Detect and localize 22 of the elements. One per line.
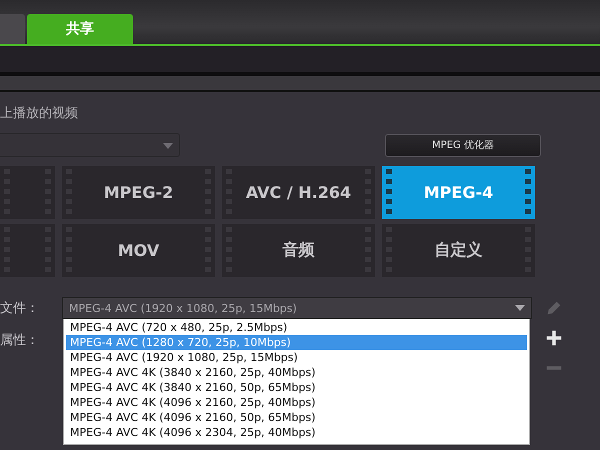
format-tile[interactable]: 自定义: [382, 224, 535, 277]
properties-label: 属性：: [0, 332, 40, 350]
format-tile[interactable]: 音频: [222, 224, 375, 277]
format-tile[interactable]: MOV: [62, 224, 215, 277]
dropdown-option[interactable]: MPEG-4 AVC (720 x 480, 25p, 2.5Mbps): [66, 320, 527, 335]
dropdown-arrow-icon: [163, 143, 173, 149]
format-tile[interactable]: MPEG-2: [62, 166, 215, 219]
format-tile[interactable]: AVC / H.264: [222, 166, 375, 219]
plus-icon[interactable]: [545, 329, 563, 347]
dropdown-option[interactable]: MPEG-4 AVC 4K (4096 x 2160, 50p, 65Mbps): [66, 410, 527, 425]
file-select[interactable]: MPEG-4 AVC (1920 x 1080, 25p, 15Mbps): [62, 297, 532, 319]
dropdown-option[interactable]: MPEG-4 AVC 4K (3840 x 2160, 25p, 40Mbps): [66, 365, 527, 380]
dropdown-option[interactable]: MPEG-4 AVC (1920 x 1080, 25p, 15Mbps): [66, 350, 527, 365]
file-label: 文件：: [0, 300, 40, 318]
section-title: 上播放的视频: [0, 105, 79, 123]
tab[interactable]: [0, 14, 25, 44]
dropdown-option[interactable]: MPEG-4 AVC 4K (4096 x 2160, 25p, 40Mbps): [66, 395, 527, 410]
dropdown-option[interactable]: MPEG-4 AVC 4K (3840 x 2160, 50p, 65Mbps): [66, 380, 527, 395]
dropdown-arrow-icon: [515, 305, 525, 311]
dropdown-option[interactable]: MPEG-4 AVC 4K (4096 x 2304, 25p, 40Mbps): [66, 425, 527, 440]
optimizer-button[interactable]: MPEG 优化器: [385, 134, 541, 156]
profile-dropdown[interactable]: [0, 133, 180, 157]
